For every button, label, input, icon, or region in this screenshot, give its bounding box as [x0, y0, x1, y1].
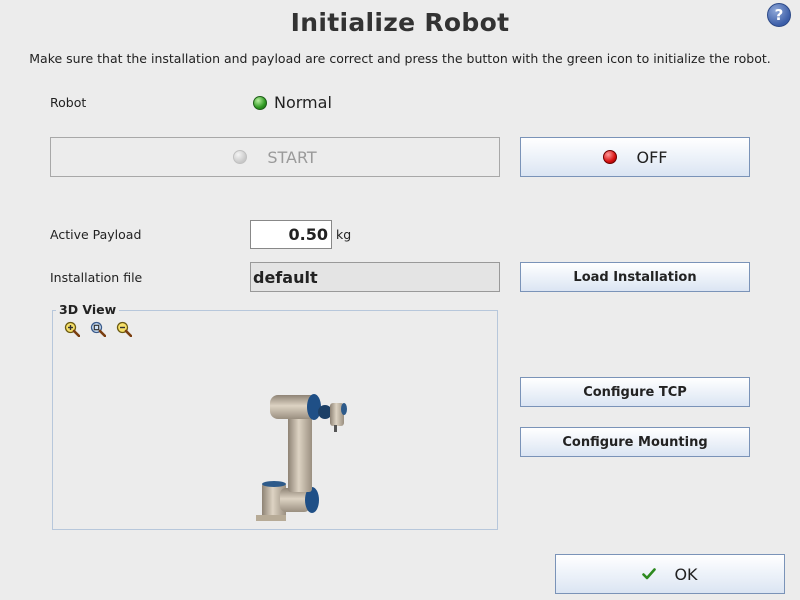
load-installation-button[interactable]: Load Installation — [520, 262, 750, 292]
start-button[interactable]: START — [50, 137, 500, 177]
zoom-out-icon[interactable] — [116, 321, 132, 337]
status-red-icon — [602, 150, 617, 164]
help-button[interactable]: ? — [767, 3, 791, 27]
configure-tcp-button[interactable]: Configure TCP — [520, 377, 750, 407]
zoom-reset-icon[interactable] — [90, 321, 106, 337]
installation-file-field: default — [250, 262, 500, 292]
configure-mounting-button[interactable]: Configure Mounting — [520, 427, 750, 457]
checkmark-icon — [642, 568, 657, 580]
3d-view-title: 3D View — [56, 302, 120, 317]
ok-button[interactable]: OK — [555, 554, 785, 594]
payload-value: 0.50 — [288, 225, 328, 244]
start-button-label: START — [267, 147, 317, 167]
page-title: Initialize Robot — [290, 8, 510, 37]
instructions-text: Make sure that the installation and payl… — [29, 51, 771, 66]
payload-input[interactable]: 0.50 — [250, 220, 332, 249]
payload-unit: kg — [336, 227, 352, 242]
ok-button-label: OK — [674, 564, 698, 584]
off-button[interactable]: OFF — [520, 137, 750, 177]
robot-status-text: Normal — [274, 93, 332, 112]
payload-label: Active Payload — [50, 227, 142, 242]
installation-label: Installation file — [50, 270, 143, 285]
off-button-label: OFF — [636, 147, 668, 167]
robot-status: Normal — [253, 93, 332, 112]
robot-label: Robot — [50, 95, 87, 110]
status-grey-icon — [233, 150, 248, 164]
installation-file-value: default — [253, 267, 318, 287]
status-green-icon — [253, 95, 267, 110]
zoom-in-icon[interactable] — [64, 321, 80, 337]
help-icon: ? — [774, 6, 784, 24]
robot-arm-model — [256, 394, 347, 521]
